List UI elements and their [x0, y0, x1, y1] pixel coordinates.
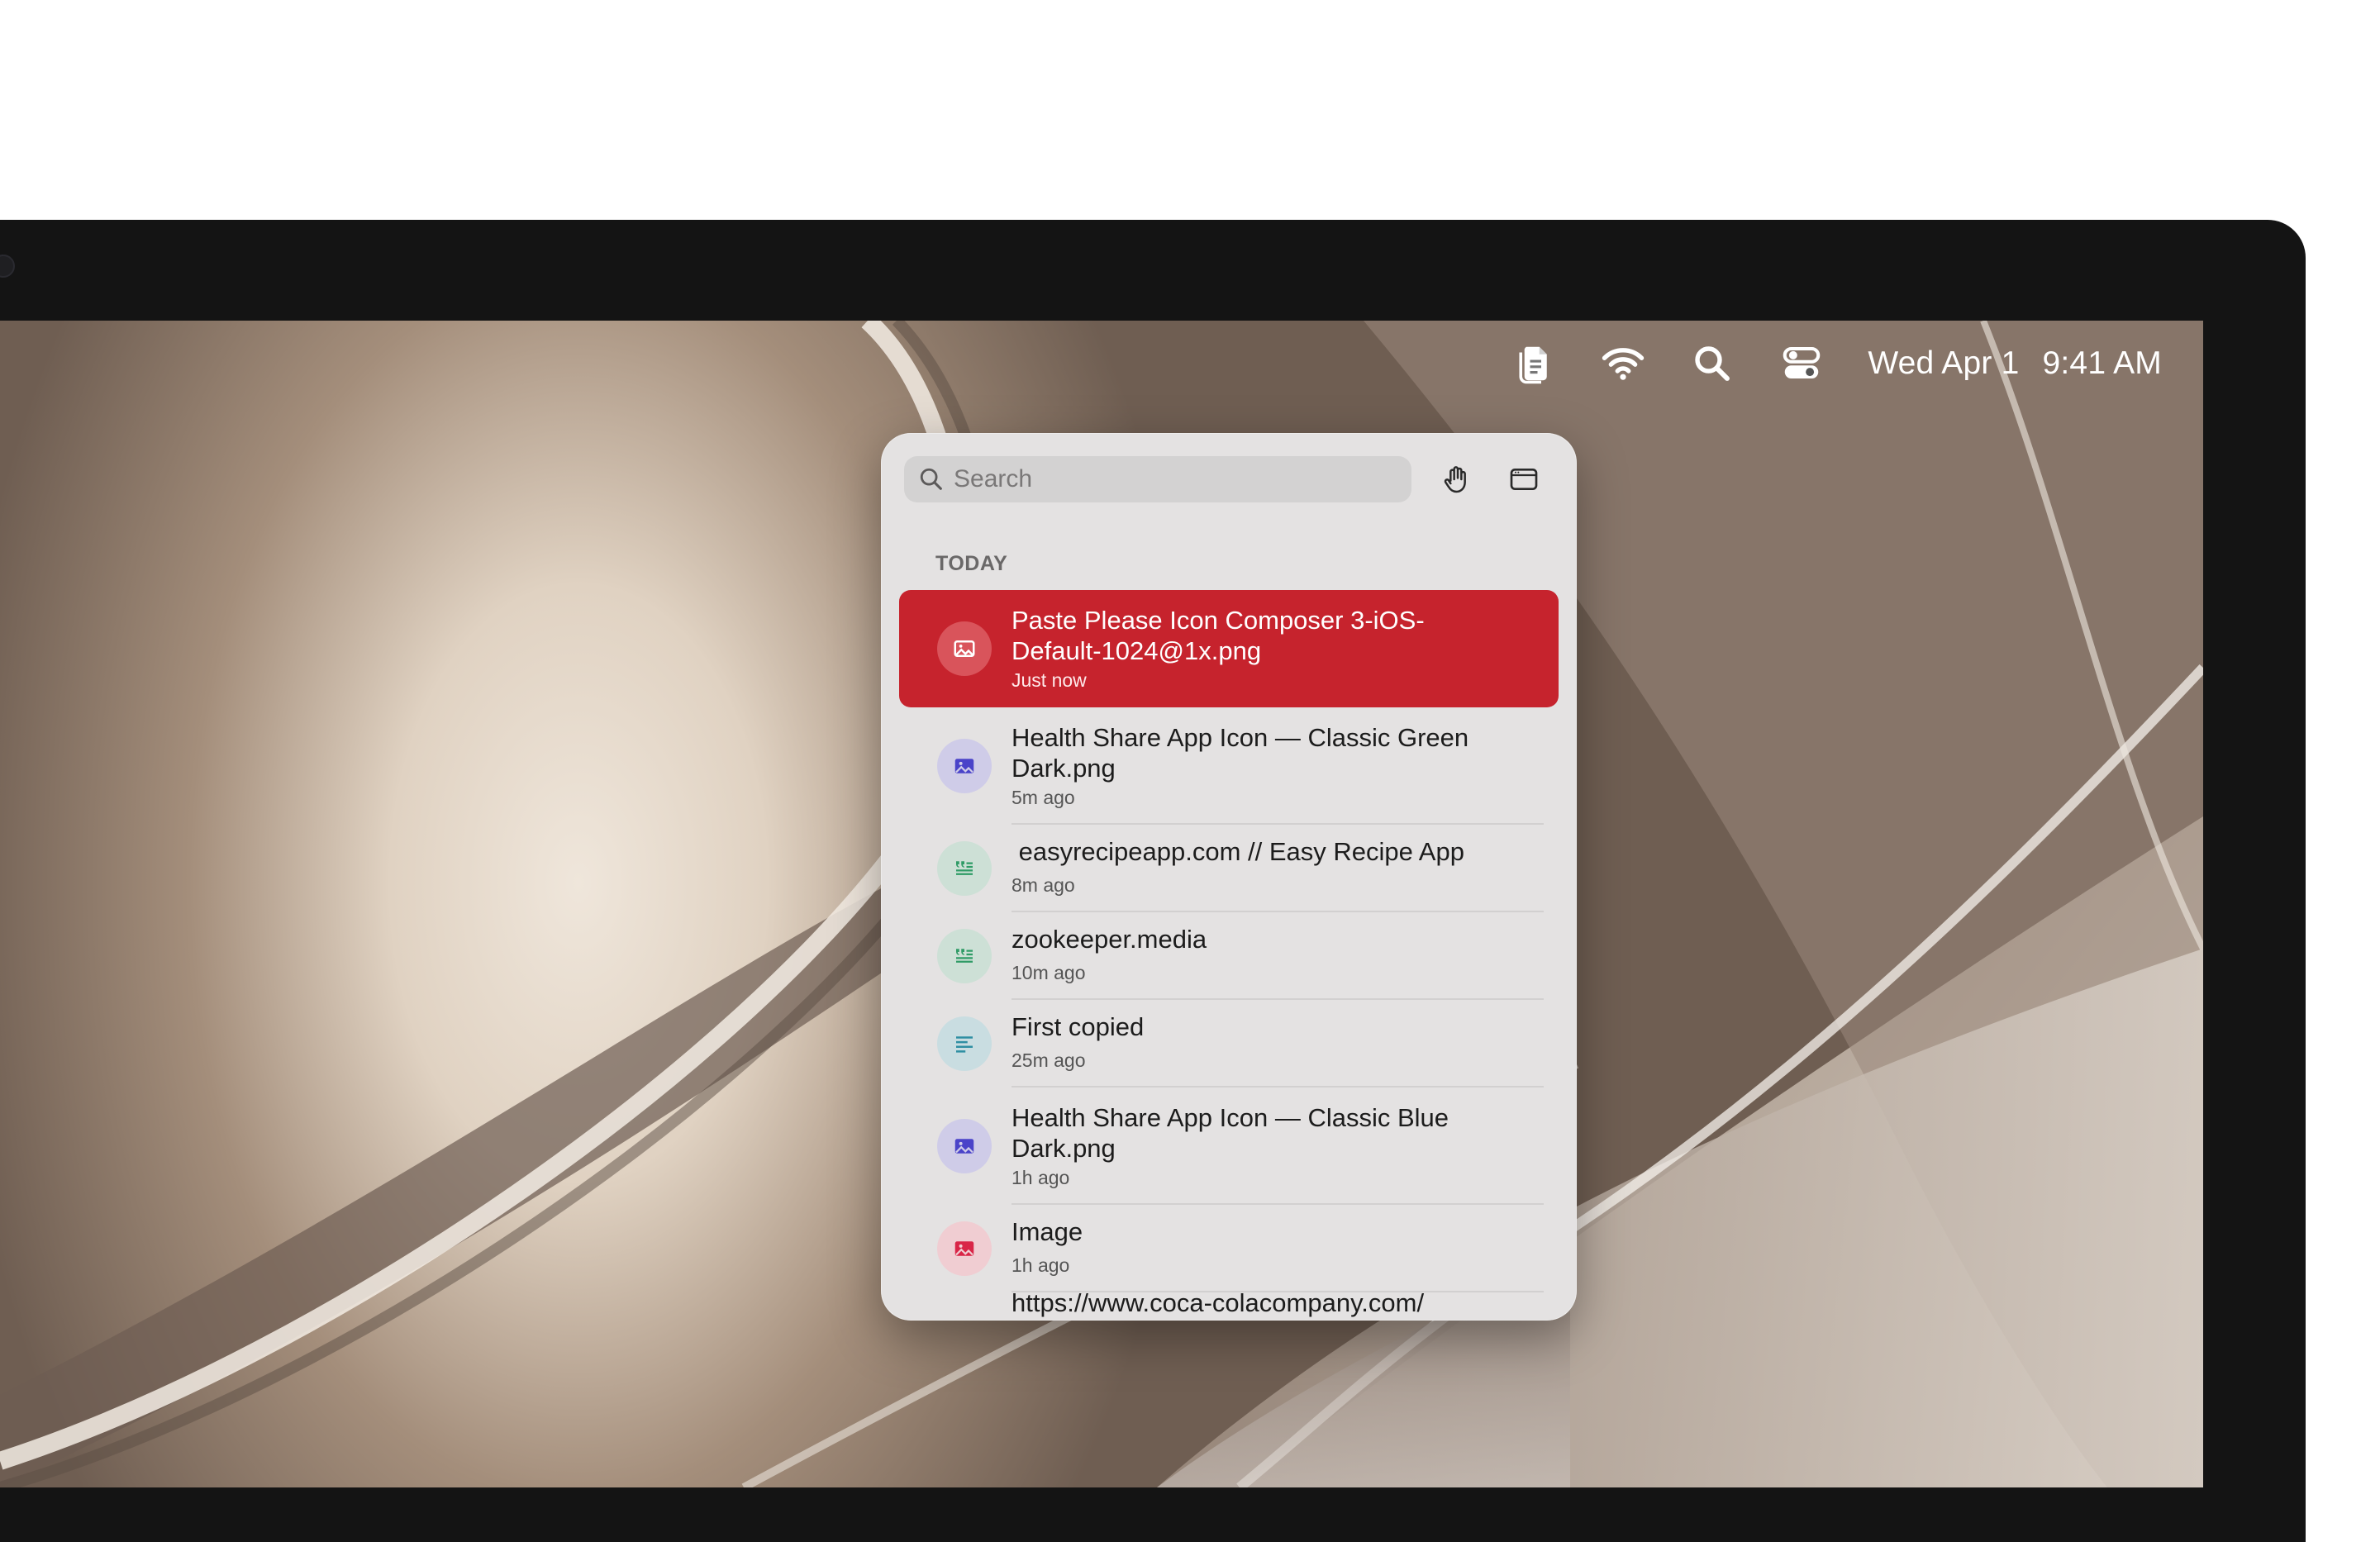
search-icon[interactable] — [1689, 340, 1735, 387]
image-icon — [937, 621, 992, 676]
item-title: Paste Please Icon Composer 3-iOS-Default… — [1011, 606, 1425, 665]
text-icon — [937, 1016, 992, 1071]
control-center-icon[interactable] — [1778, 340, 1825, 387]
list-item[interactable]: easyrecipeapp.com // Easy Recipe App 8m … — [899, 825, 1559, 912]
list-item[interactable]: https://www.coca-colacompany.com/ — [899, 1288, 1559, 1321]
item-time: 25m ago — [1011, 1049, 1086, 1071]
item-title: zookeeper.media — [1011, 925, 1207, 954]
list-item[interactable]: Image 1h ago — [899, 1205, 1559, 1292]
item-time: 1h ago — [1011, 1254, 1070, 1276]
search-field[interactable] — [904, 456, 1411, 502]
menu-bar: Wed Apr 1 9:41 AM — [0, 321, 2203, 407]
clipboard-history-panel: TODAY Paste Please Icon Composer 3-iOS-D… — [881, 433, 1577, 1321]
list-item[interactable]: First copied 25m ago — [899, 1000, 1559, 1087]
item-title: First copied — [1011, 1012, 1145, 1041]
image-icon — [937, 1119, 992, 1173]
search-row — [904, 456, 1554, 502]
menu-bar-date: Wed Apr 1 — [1868, 345, 2020, 381]
clipboard-icon[interactable] — [1511, 340, 1557, 387]
clip-list: Paste Please Icon Composer 3-iOS-Default… — [899, 590, 1559, 1321]
item-time: 5m ago — [1011, 787, 1075, 808]
item-title: Image — [1011, 1217, 1083, 1246]
item-time: 10m ago — [1011, 962, 1086, 983]
hand-icon[interactable] — [1433, 456, 1479, 502]
wifi-icon[interactable] — [1600, 340, 1646, 387]
list-item[interactable]: Health Share App Icon — Classic Green Da… — [899, 707, 1559, 825]
search-input[interactable] — [952, 464, 1385, 494]
rich-text-icon — [937, 841, 992, 896]
image-icon — [937, 1221, 992, 1276]
menu-bar-clock[interactable]: Wed Apr 1 9:41 AM — [1868, 345, 2162, 382]
window-icon[interactable] — [1501, 456, 1547, 502]
item-title: https://www.coca-colacompany.com/ — [1011, 1288, 1425, 1317]
item-time: 8m ago — [1011, 874, 1075, 896]
item-time: 1h ago — [1011, 1167, 1070, 1188]
search-icon — [920, 468, 942, 490]
menu-bar-time: 9:41 AM — [2042, 345, 2162, 381]
section-header-today: TODAY — [935, 552, 1008, 575]
list-item[interactable]: zookeeper.media 10m ago — [899, 912, 1559, 1000]
item-time: Just now — [1011, 669, 1087, 691]
item-title: easyrecipeapp.com // Easy Recipe App — [1011, 837, 1464, 866]
list-item[interactable]: Health Share App Icon — Classic Blue Dar… — [899, 1087, 1559, 1205]
rich-text-icon — [937, 929, 992, 983]
item-title: Health Share App Icon — Classic Blue Dar… — [1011, 1103, 1449, 1163]
item-title: Health Share App Icon — Classic Green Da… — [1011, 723, 1469, 783]
list-item[interactable]: Paste Please Icon Composer 3-iOS-Default… — [899, 590, 1559, 707]
image-icon — [937, 739, 992, 793]
